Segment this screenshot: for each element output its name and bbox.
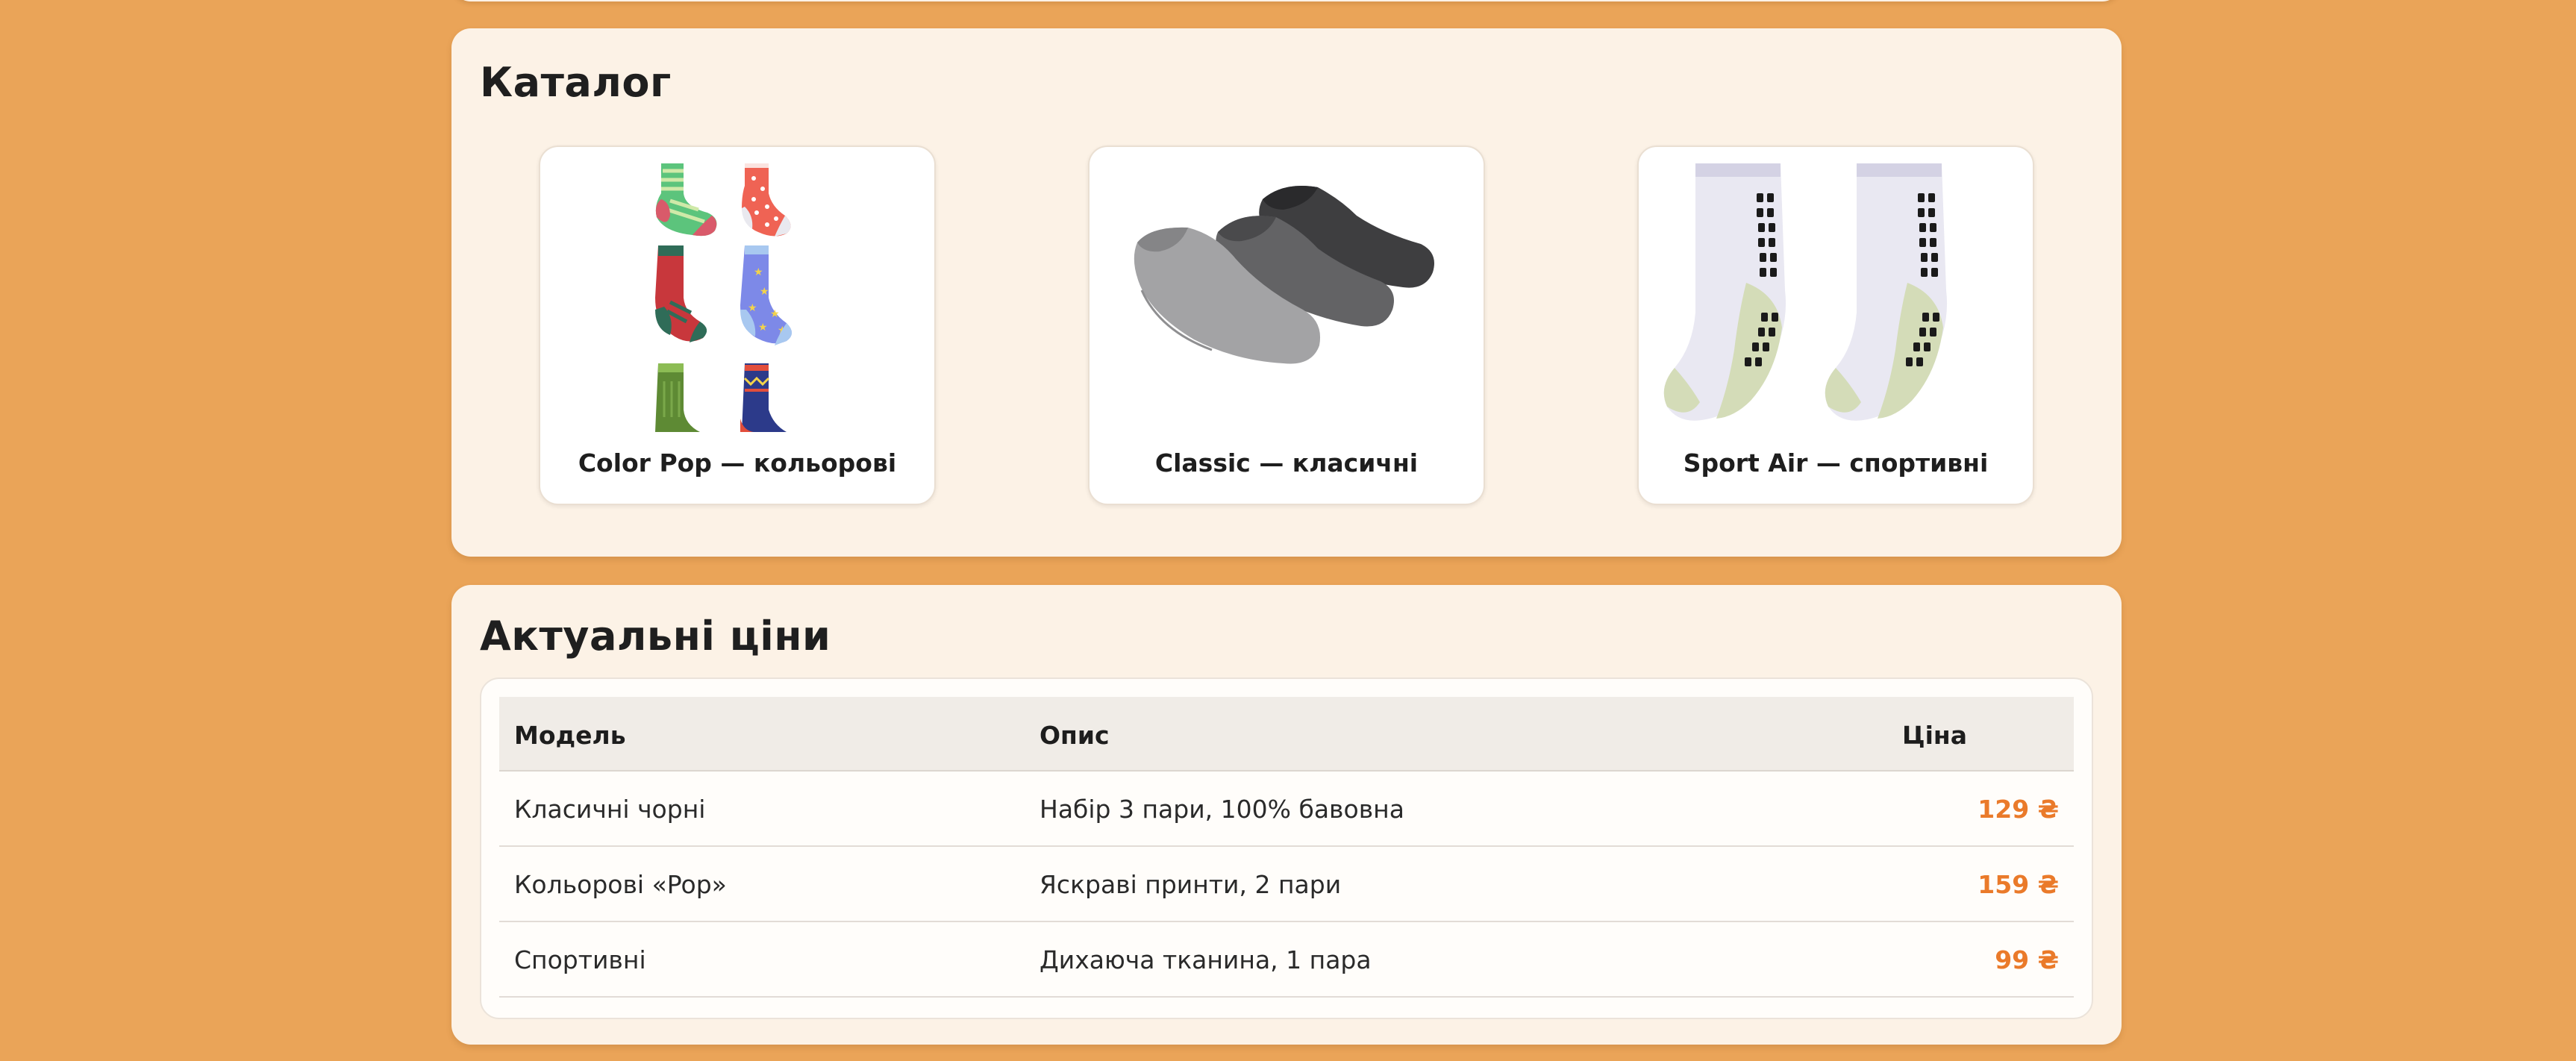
product-name: Classic — класичні [1154, 448, 1419, 478]
column-header-description: Опис [1040, 721, 1110, 750]
cell-description: Яскраві принти, 2 пари [1040, 870, 1342, 899]
product-name: Color Pop — кольорові [578, 448, 897, 478]
cell-description: Дихаюча тканина, 1 пара [1040, 945, 1372, 974]
colorful-socks-image: ★★★★★★ [558, 163, 916, 432]
table-row: Класичні чорні Набір 3 пари, 100% бавовн… [499, 772, 2074, 847]
cell-price: 99 ₴ [1995, 945, 2059, 974]
prices-table: Модель Опис Ціна Класичні чорні Набір 3 … [480, 677, 2093, 1019]
svg-text:★: ★ [754, 266, 763, 278]
svg-text:★: ★ [770, 308, 780, 320]
product-name: Sport Air — спортивні [1683, 448, 1989, 478]
product-card-color-pop[interactable]: ★★★★★★ Color Pop — кольорові [539, 145, 936, 505]
table-row: Кольорові «Pop» Яскраві принти, 2 пари 1… [499, 847, 2074, 922]
previous-section-card-edge [451, 0, 2122, 1]
table-header-row: Модель Опис Ціна [499, 697, 2074, 772]
product-card-classic[interactable]: Classic — класичні [1088, 145, 1485, 505]
classic-grey-socks-image [1107, 163, 1466, 432]
prices-title: Актуальні ціни [480, 613, 831, 660]
column-header-price: Ціна [1902, 721, 1967, 750]
cell-model: Спортивні [514, 945, 646, 974]
catalog-section: Каталог ★★★★★★ [451, 28, 2122, 557]
catalog-title: Каталог [480, 59, 672, 106]
table-row: Спортивні Дихаюча тканина, 1 пара 99 ₴ [499, 922, 2074, 998]
prices-section: Актуальні ціни Модель Опис Ціна Класичні… [451, 585, 2122, 1045]
cell-description: Набір 3 пари, 100% бавовна [1040, 795, 1404, 824]
cell-model: Кольорові «Pop» [514, 870, 727, 899]
cell-model: Класичні чорні [514, 795, 706, 824]
sport-grip-socks-image [1657, 163, 2015, 432]
cell-price: 129 ₴ [1978, 795, 2059, 824]
product-card-sport-air[interactable]: Sport Air — спортивні [1637, 145, 2034, 505]
svg-text:★: ★ [748, 302, 757, 314]
column-header-model: Модель [514, 721, 626, 750]
svg-text:★: ★ [760, 286, 769, 298]
cell-price: 159 ₴ [1978, 870, 2059, 899]
svg-text:★: ★ [758, 322, 768, 334]
